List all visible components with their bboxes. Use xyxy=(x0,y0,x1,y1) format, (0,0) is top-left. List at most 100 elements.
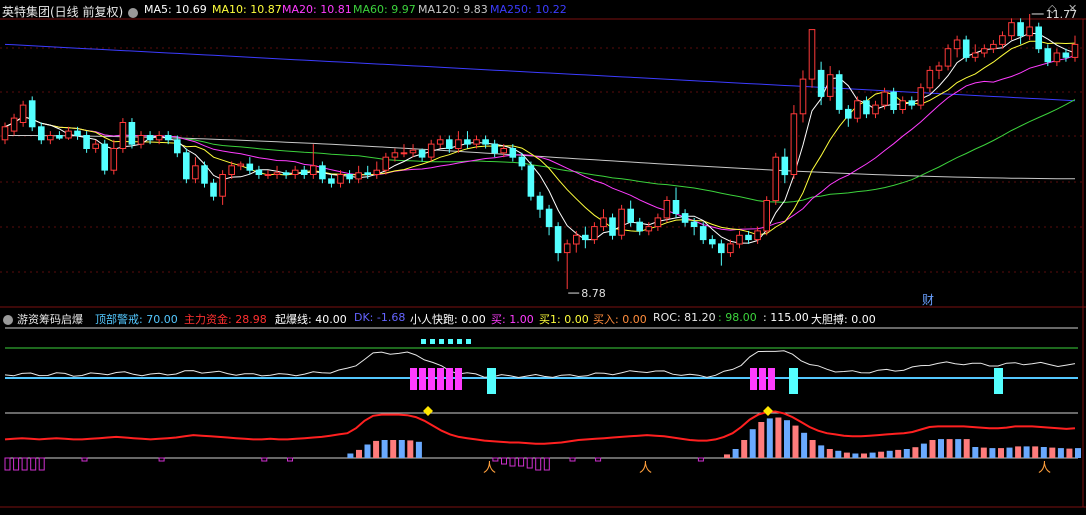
candle-down xyxy=(582,234,589,241)
warning-dot xyxy=(439,339,444,344)
candle-down xyxy=(255,169,263,175)
histogram-bar xyxy=(801,432,808,458)
candle-down xyxy=(817,69,825,97)
histogram-bar xyxy=(895,449,902,458)
candle-down xyxy=(446,139,453,150)
buy-signal-bar xyxy=(750,368,757,390)
chart-canvas[interactable]: 11.77 8.78 财人 人 人 xyxy=(0,0,1086,515)
candle-up xyxy=(92,143,100,149)
candle-up xyxy=(926,69,934,89)
histogram-bar xyxy=(963,439,970,458)
warning-dot xyxy=(430,339,435,344)
histogram-bar xyxy=(946,439,953,458)
histogram-bar xyxy=(356,449,362,458)
histogram-bar xyxy=(980,447,987,459)
histogram-bar xyxy=(929,440,936,458)
signal-bar-cyan xyxy=(994,368,1003,394)
histogram-bar-negative xyxy=(697,457,704,462)
candle-down xyxy=(636,221,644,232)
candle-down xyxy=(101,143,109,171)
candle-up xyxy=(291,169,299,175)
candle-down xyxy=(38,126,45,141)
candle-up xyxy=(110,148,118,171)
histogram-bar xyxy=(869,452,876,458)
warning-dot xyxy=(448,339,453,344)
warning-dot xyxy=(421,339,426,344)
candle-up xyxy=(219,174,226,197)
candle-up xyxy=(264,174,272,176)
candle-up xyxy=(944,48,952,67)
candle-up xyxy=(881,91,888,106)
candle-down xyxy=(890,91,897,110)
candle-up xyxy=(119,122,127,149)
candle-up xyxy=(19,104,27,123)
candle-up xyxy=(790,113,798,176)
histogram-bar xyxy=(724,454,730,458)
histogram-bar-negative xyxy=(595,457,602,462)
candle-down xyxy=(835,74,843,110)
candle-down xyxy=(1044,48,1052,63)
candle-up xyxy=(400,152,408,155)
candle-down xyxy=(681,213,689,223)
candle-down xyxy=(319,165,326,180)
low-price-label: 8.78 xyxy=(581,287,606,300)
candle-down xyxy=(962,39,970,58)
histogram-bar xyxy=(775,417,782,458)
candle-up xyxy=(273,172,281,176)
candle-up xyxy=(654,217,662,228)
candle-up xyxy=(854,100,861,119)
main-capital-line xyxy=(4,410,1076,445)
candle-down xyxy=(545,208,553,228)
candle-down xyxy=(718,243,725,254)
candle-down xyxy=(509,148,517,158)
candle-up xyxy=(1053,52,1061,63)
histogram-bar xyxy=(398,440,405,458)
histogram-bar xyxy=(938,439,944,458)
histogram-bar xyxy=(809,440,816,458)
candle-up xyxy=(436,139,444,145)
candle-up xyxy=(727,243,734,254)
candle-down xyxy=(482,139,489,145)
candle-down xyxy=(845,108,852,119)
candle-up xyxy=(999,35,1006,45)
candle-up xyxy=(971,52,979,58)
histogram-bar xyxy=(818,445,825,458)
candle-up xyxy=(1008,22,1015,37)
candle-up xyxy=(427,143,435,158)
histogram-bar xyxy=(1023,446,1030,458)
candle-down xyxy=(346,174,353,180)
candle-up xyxy=(736,234,743,245)
histogram-bar xyxy=(903,449,910,458)
candle-up xyxy=(65,130,72,139)
histogram-bar xyxy=(1040,447,1047,458)
buy-signal-bar xyxy=(759,368,766,390)
candle-down xyxy=(709,239,716,245)
runner-figure-icon: 人 xyxy=(639,461,652,476)
candle-down xyxy=(174,139,181,154)
histogram-bar-negative xyxy=(287,457,293,462)
histogram-bar xyxy=(792,425,799,458)
histogram-bar xyxy=(1057,448,1064,458)
candle-down xyxy=(74,130,81,136)
histogram-bar xyxy=(741,440,748,458)
candle-down xyxy=(128,122,136,145)
warning-dot xyxy=(457,339,462,344)
oscillator-line xyxy=(4,350,1076,379)
candle-down xyxy=(246,163,254,171)
candle-up xyxy=(382,156,390,171)
candle-up xyxy=(47,135,54,141)
histogram-bar-negative xyxy=(569,457,576,462)
histogram-bar xyxy=(784,420,790,458)
histogram-bar xyxy=(998,448,1004,458)
candle-up xyxy=(391,152,399,158)
histogram-bar xyxy=(886,450,893,458)
candle-up xyxy=(763,200,771,232)
candle-up xyxy=(990,43,997,50)
candle-up xyxy=(500,148,507,154)
signal-bar-cyan xyxy=(789,368,798,394)
histogram-bar xyxy=(390,440,397,458)
buy-signal-bar xyxy=(419,368,426,390)
candle-up xyxy=(1071,43,1079,58)
histogram-bar xyxy=(1049,447,1056,459)
candle-down xyxy=(146,135,154,141)
